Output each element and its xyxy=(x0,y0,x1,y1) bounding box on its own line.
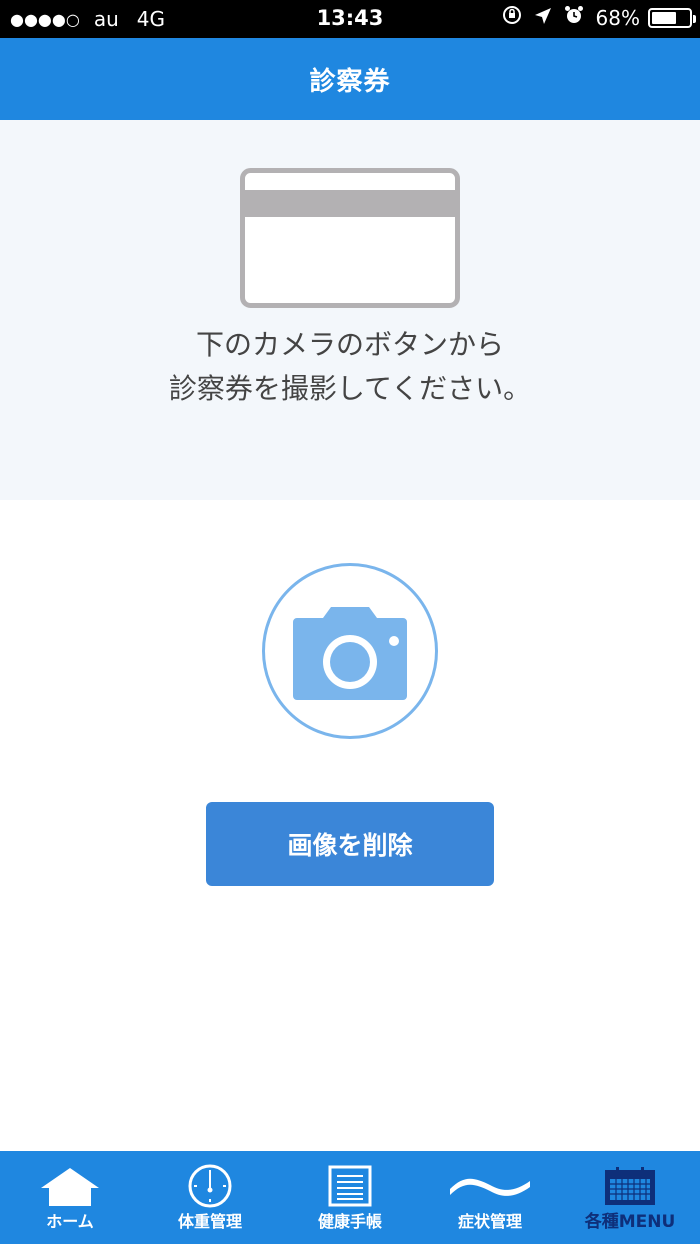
tab-health-notebook[interactable]: 健康手帳 xyxy=(280,1151,420,1244)
status-bar: ●●●●○ au 4G 13:43 68% xyxy=(0,0,700,38)
tab-label: ホーム xyxy=(46,1212,94,1231)
tab-weight[interactable]: 体重管理 xyxy=(140,1151,280,1244)
camera-icon xyxy=(293,607,407,700)
page-title: 診察券 xyxy=(309,66,391,97)
battery-percent: 68% xyxy=(595,5,640,30)
tab-bar: ホーム 体重管理 健康手帳 症状管理 各種MENU xyxy=(0,1151,700,1244)
status-right: 68% xyxy=(502,5,696,30)
card-icon xyxy=(240,168,460,308)
scale-icon xyxy=(140,1163,280,1209)
battery-level xyxy=(652,11,677,24)
tab-label: 症状管理 xyxy=(457,1212,522,1231)
camera-button[interactable] xyxy=(262,563,438,739)
tab-home[interactable]: ホーム xyxy=(0,1151,140,1244)
alarm-icon xyxy=(564,5,584,30)
tab-label: 体重管理 xyxy=(177,1212,242,1231)
instruction-line-2: 診察券を撮影してください。 xyxy=(168,372,532,405)
tab-label: 各種MENU xyxy=(584,1212,676,1232)
tab-menu[interactable]: 各種MENU xyxy=(560,1151,700,1244)
location-arrow-icon xyxy=(534,6,552,30)
instruction-line-1: 下のカメラのボタンから xyxy=(195,328,504,361)
tab-symptoms[interactable]: 症状管理 xyxy=(420,1151,560,1244)
navigation-header: 診察券 xyxy=(0,38,700,120)
notebook-icon xyxy=(280,1163,420,1209)
battery-icon xyxy=(648,7,696,28)
rotation-lock-icon xyxy=(502,5,522,30)
delete-image-button[interactable]: 画像を削除 xyxy=(206,802,494,886)
calendar-icon xyxy=(560,1163,700,1209)
tab-label: 健康手帳 xyxy=(317,1212,382,1231)
wave-icon xyxy=(420,1163,560,1209)
instruction-text: 下のカメラのボタンから 診察券を撮影してください。 xyxy=(0,323,700,411)
instruction-panel: 下のカメラのボタンから 診察券を撮影してください。 xyxy=(0,120,700,500)
home-icon xyxy=(0,1163,140,1209)
